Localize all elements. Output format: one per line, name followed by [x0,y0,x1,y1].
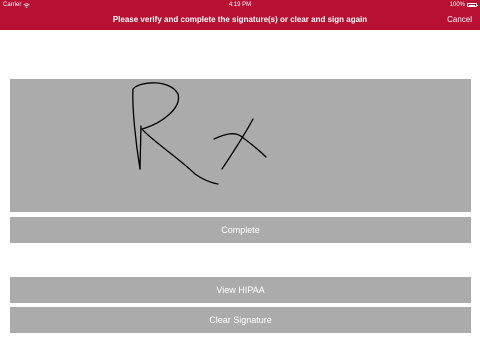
signature-stroke-x1 [213,133,267,158]
signature-stroke-x2 [221,118,254,170]
battery-percent: 100% [449,2,465,8]
cancel-button[interactable]: Cancel [447,10,472,30]
clear-signature-button[interactable]: Clear Signature [10,307,471,333]
battery-indicator: 100% [449,1,478,9]
signature-stroke-r [132,82,219,185]
status-time: 4:19 PM [228,2,252,8]
nav-bar: Please verify and complete the signature… [0,10,480,30]
status-bar: Carrier 4:19 PM 100% [0,0,480,10]
complete-button[interactable]: Complete [10,217,471,243]
signature-stroke-r-stem [139,125,142,170]
signature-screen: Carrier 4:19 PM 100% Please verify and c… [0,0,480,360]
signature-pad[interactable] [10,79,471,212]
battery-icon [467,3,478,7]
signature-strokes [132,82,267,185]
page-title: Please verify and complete the signature… [112,15,368,24]
view-hipaa-button[interactable]: View HIPAA [10,277,471,303]
